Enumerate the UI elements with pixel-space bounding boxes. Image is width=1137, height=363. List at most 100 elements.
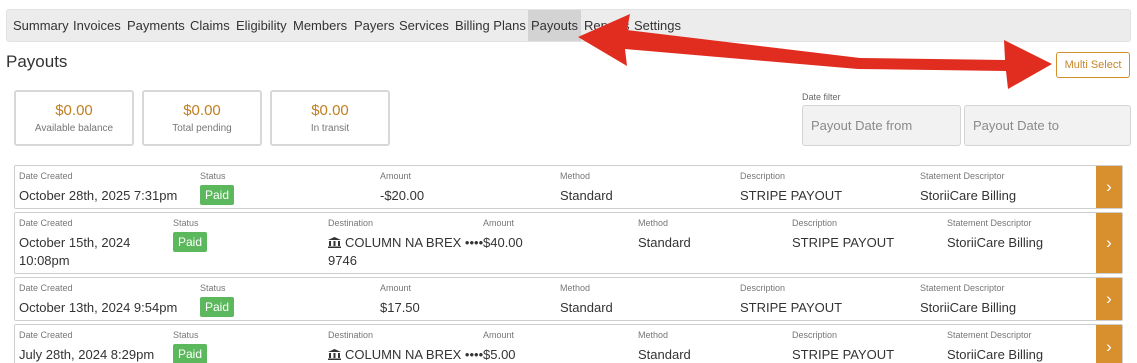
amount-cell: Amount $40.00 [483, 218, 523, 252]
date-created-value: October 13th, 2024 9:54pm [19, 300, 178, 315]
multi-select-button[interactable]: Multi Select [1056, 52, 1130, 78]
statement-descriptor-cell: Statement Descriptor StoriiCare Billing [947, 330, 1043, 363]
available-balance-card: $0.00 Available balance [14, 90, 134, 146]
time-line: 10:08pm [19, 253, 70, 268]
statement-descriptor-cell: Statement Descriptor StoriiCare Billing [920, 171, 1016, 205]
tab-billing-plans[interactable]: Billing Plans [455, 10, 526, 41]
available-balance-value: $0.00 [55, 102, 93, 119]
statement-descriptor-label: Statement Descriptor [920, 171, 1005, 181]
status-badge: Paid [200, 185, 235, 205]
description-value: STRIPE PAYOUT [792, 235, 895, 250]
payout-row[interactable]: Date Created October 28th, 2025 7:31pm S… [14, 165, 1123, 209]
tab-members[interactable]: Members [293, 10, 347, 41]
destination-value: COLUMN NA BREX •••• [328, 346, 483, 363]
method-cell: Method Standard [560, 283, 613, 317]
date-created-label: Date Created [19, 283, 73, 293]
statement-descriptor-value: StoriiCare Billing [920, 188, 1017, 203]
statement-descriptor-value: StoriiCare Billing [947, 347, 1044, 362]
status-label: Status [173, 218, 199, 228]
status-label: Status [173, 330, 199, 340]
in-transit-label: In transit [310, 123, 350, 134]
payout-date-to-input[interactable]: Payout Date to [964, 105, 1131, 146]
method-value: Standard [560, 188, 613, 203]
description-label: Description [740, 283, 786, 293]
amount-value: -$20.00 [380, 188, 425, 203]
status-cell: Status Paid [200, 171, 235, 205]
destination-label: Destination [328, 330, 374, 340]
tab-summary[interactable]: Summary [13, 10, 69, 41]
date-filter-label: Date filter [802, 92, 841, 102]
status-badge: Paid [173, 232, 208, 252]
chevron-right-icon: › [1106, 336, 1112, 356]
amount-label: Amount [483, 218, 515, 228]
statement-descriptor-cell: Statement Descriptor StoriiCare Billing [920, 283, 1016, 317]
statement-descriptor-label: Statement Descriptor [947, 330, 1032, 340]
chevron-right-icon: › [1106, 233, 1112, 252]
row-open-button[interactable]: › [1096, 213, 1122, 273]
date-line: October 15th, 2024 [19, 235, 131, 250]
description-cell: Description STRIPE PAYOUT [740, 283, 842, 317]
payout-row[interactable]: Date Created July 28th, 2024 8:29pm Stat… [14, 324, 1123, 363]
payout-row[interactable]: Date Created October 13th, 2024 9:54pm S… [14, 277, 1123, 321]
amount-label: Amount [483, 330, 515, 340]
tab-reports[interactable]: Reports [584, 10, 630, 41]
date-created-label: Date Created [19, 330, 73, 340]
status-label: Status [200, 171, 226, 181]
tab-payments[interactable]: Payments [127, 10, 185, 41]
description-label: Description [792, 330, 838, 340]
amount-value: $40.00 [483, 235, 523, 250]
status-badge: Paid [173, 344, 208, 363]
tab-services[interactable]: Services [399, 10, 449, 41]
date-created-value: October 28th, 2025 7:31pm [19, 188, 178, 203]
date-created-cell: Date Created October 13th, 2024 9:54pm [19, 283, 177, 317]
method-label: Method [560, 171, 591, 181]
tab-invoices[interactable]: Invoices [73, 10, 121, 41]
tab-payers[interactable]: Payers [354, 10, 394, 41]
amount-cell: Amount -$20.00 [380, 171, 424, 205]
description-label: Description [740, 171, 786, 181]
method-value: Standard [638, 347, 691, 362]
available-balance-label: Available balance [34, 123, 114, 134]
method-cell: Method Standard [560, 171, 613, 205]
destination-label: Destination [328, 218, 374, 228]
method-label: Method [638, 330, 669, 340]
date-created-cell: Date Created July 28th, 2024 8:29pm [19, 330, 154, 363]
chevron-right-icon: › [1106, 289, 1112, 308]
bank-icon [328, 237, 341, 248]
date-created-label: Date Created [19, 171, 73, 181]
method-cell: Method Standard [638, 330, 691, 363]
payout-row[interactable]: Date Created October 15th, 2024 10:08pm … [14, 212, 1123, 274]
status-cell: Status Paid [173, 218, 208, 252]
date-created-cell: Date Created October 15th, 2024 10:08pm [19, 218, 130, 270]
tab-eligibility[interactable]: Eligibility [236, 10, 287, 41]
method-label: Method [638, 218, 669, 228]
total-pending-value: $0.00 [183, 102, 221, 119]
destination-account-last4: 9746 [328, 253, 357, 268]
description-cell: Description STRIPE PAYOUT [792, 330, 894, 363]
row-open-button[interactable]: › [1096, 325, 1122, 363]
method-cell: Method Standard [638, 218, 691, 252]
amount-value: $5.00 [483, 347, 516, 362]
destination-cell: Destination COLUMN NA BREX •••• 9746 [328, 218, 483, 270]
method-label: Method [560, 283, 591, 293]
tab-payouts[interactable]: Payouts [528, 10, 581, 41]
tab-claims[interactable]: Claims [190, 10, 230, 41]
row-open-button[interactable]: › [1096, 166, 1122, 208]
amount-label: Amount [380, 283, 412, 293]
in-transit-value: $0.00 [311, 102, 349, 119]
destination-value: COLUMN NA BREX •••• 9746 [328, 234, 483, 270]
statement-descriptor-value: StoriiCare Billing [947, 235, 1044, 250]
bank-icon [328, 349, 341, 360]
amount-cell: Amount $5.00 [483, 330, 516, 363]
total-pending-card: $0.00 Total pending [142, 90, 262, 146]
date-created-value: October 15th, 2024 10:08pm [19, 234, 130, 270]
statement-descriptor-label: Statement Descriptor [920, 283, 1005, 293]
description-value: STRIPE PAYOUT [740, 188, 843, 203]
statement-descriptor-value: StoriiCare Billing [920, 300, 1017, 315]
payout-date-from-input[interactable]: Payout Date from [802, 105, 961, 146]
method-value: Standard [638, 235, 691, 250]
date-created-value: July 28th, 2024 8:29pm [19, 347, 155, 362]
row-open-button[interactable]: › [1096, 278, 1122, 320]
description-value: STRIPE PAYOUT [740, 300, 843, 315]
tab-settings[interactable]: Settings [634, 10, 681, 41]
